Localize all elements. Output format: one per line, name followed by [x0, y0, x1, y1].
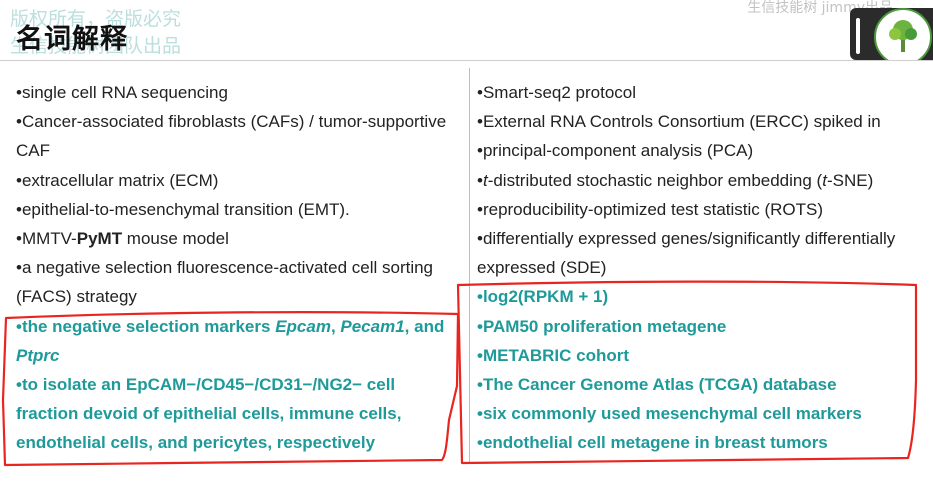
- right-term-11: •six commonly used mesenchymal cell mark…: [477, 404, 862, 424]
- right-term-12: •endothelial cell metagene in breast tum…: [477, 433, 828, 453]
- logo: [850, 8, 933, 60]
- right-term-9: •METABRIC cohort: [477, 345, 630, 365]
- left-term-5: •MMTV-PyMT mouse model: [16, 229, 229, 249]
- right-column: •Smart-seq2 protocol •External RNA Contro…: [477, 78, 929, 458]
- left-term-7: •the negative selection markers Epcam, P…: [16, 316, 445, 365]
- right-term-2: •External RNA Controls Consortium (ERCC)…: [477, 112, 881, 132]
- left-term-3: •extracellular matrix (ECM): [16, 170, 219, 190]
- logo-bar: [856, 18, 860, 54]
- page-title: 名词解释: [16, 24, 128, 55]
- right-term-5: •reproducibility-optimized test statisti…: [477, 199, 824, 219]
- column-divider: [469, 68, 470, 463]
- left-term-8: •to isolate an EpCAM−/CD45−/CD31−/NG2− c…: [16, 375, 402, 453]
- right-term-1: •Smart-seq2 protocol: [477, 83, 637, 102]
- left-term-6: •a negative selection fluorescence-activ…: [16, 258, 434, 307]
- right-term-7: •log2(RPKM + 1): [477, 287, 609, 307]
- header-rule: [0, 60, 933, 61]
- left-column: •single cell RNA sequencing •Cancer-assoc…: [16, 78, 456, 458]
- right-term-6: •differentially expressed genes/signific…: [477, 229, 896, 278]
- left-term-4: •epithelial-to-mesenchymal transition (E…: [16, 199, 350, 219]
- tree-logo-icon: [874, 8, 932, 60]
- right-term-4: •t-distributed stochastic neighbor embed…: [477, 170, 874, 190]
- right-term-10: •The Cancer Genome Atlas (TCGA) database: [477, 375, 837, 395]
- right-term-8: •PAM50 proliferation metagene: [477, 316, 727, 336]
- left-term-2: •Cancer-associated fibroblasts (CAFs) / …: [16, 112, 447, 161]
- left-term-1: •single cell RNA sequencing: [16, 83, 228, 102]
- right-term-3: •principal-component analysis (PCA): [477, 141, 754, 161]
